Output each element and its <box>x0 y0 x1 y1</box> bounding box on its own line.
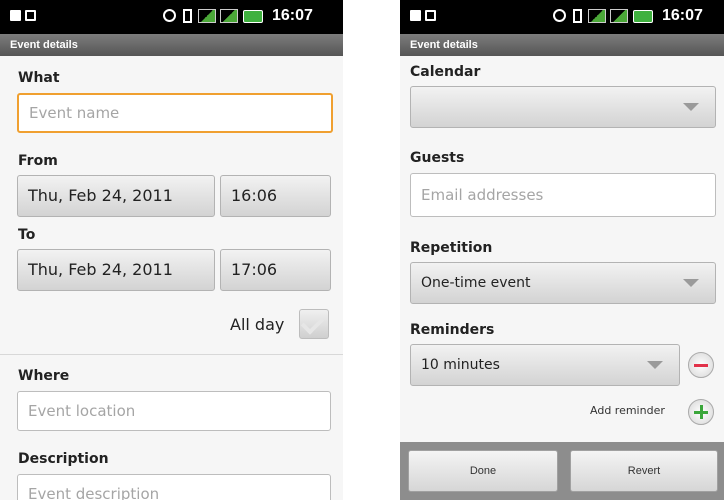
notification-icon <box>410 10 421 21</box>
action-bar: Done Revert <box>400 442 724 500</box>
check-icon <box>300 311 325 335</box>
guests-input[interactable]: Email addresses <box>410 173 716 217</box>
battery-icon <box>243 10 263 23</box>
add-reminder-button[interactable] <box>688 399 714 425</box>
vibrate-icon <box>183 9 192 23</box>
description-input[interactable]: Event description <box>17 474 331 500</box>
notification-icon <box>10 10 21 21</box>
cell-signal-icon <box>220 9 238 23</box>
status-time: 16:07 <box>662 7 703 24</box>
guests-label: Guests <box>410 150 465 166</box>
calendar-label: Calendar <box>410 64 481 80</box>
usb-icon <box>425 10 436 21</box>
location-input[interactable]: Event location <box>17 391 331 431</box>
to-time-button[interactable]: 17:06 <box>220 249 331 291</box>
alarm-icon <box>553 9 566 22</box>
revert-button[interactable]: Revert <box>570 450 718 492</box>
plus-vertical-bar <box>700 405 703 419</box>
event-name-input[interactable]: Event name <box>17 93 333 133</box>
add-reminder-label: Add reminder <box>590 404 665 417</box>
to-date-button[interactable]: Thu, Feb 24, 2011 <box>17 249 215 291</box>
from-label: From <box>18 153 58 169</box>
allday-checkbox[interactable] <box>299 309 329 339</box>
repetition-spinner[interactable]: One-time event <box>410 262 716 304</box>
description-label: Description <box>18 451 109 467</box>
chevron-down-icon <box>683 103 699 111</box>
section-divider <box>0 354 343 355</box>
battery-icon <box>633 10 653 23</box>
usb-icon <box>25 10 36 21</box>
from-time-button[interactable]: 16:06 <box>220 175 331 217</box>
minus-circle-icon <box>694 364 708 367</box>
where-label: Where <box>18 368 70 384</box>
title-bar: Event details <box>0 34 343 56</box>
wifi-signal-icon <box>198 9 216 23</box>
done-button[interactable]: Done <box>408 450 558 492</box>
event-details-screen-right: 16:07 Event details Calendar Guests Emai… <box>400 0 724 500</box>
chevron-down-icon <box>647 361 663 369</box>
cell-signal-icon <box>610 9 628 23</box>
reminder-spinner[interactable]: 10 minutes <box>410 344 680 386</box>
event-details-screen-left: 16:07 Event details What Event name From… <box>0 0 343 500</box>
alarm-icon <box>163 9 176 22</box>
remove-reminder-button[interactable] <box>688 352 714 378</box>
title-bar: Event details <box>400 34 724 56</box>
from-date-button[interactable]: Thu, Feb 24, 2011 <box>17 175 215 217</box>
vibrate-icon <box>573 9 582 23</box>
wifi-signal-icon <box>588 9 606 23</box>
what-label: What <box>18 70 60 86</box>
calendar-spinner[interactable] <box>410 86 716 128</box>
status-bar: 16:07 <box>400 0 724 34</box>
to-label: To <box>18 227 36 243</box>
status-bar: 16:07 <box>0 0 343 34</box>
chevron-down-icon <box>683 279 699 287</box>
repetition-label: Repetition <box>410 240 493 256</box>
status-time: 16:07 <box>272 7 313 24</box>
allday-label: All day <box>230 315 285 334</box>
reminders-label: Reminders <box>410 322 495 338</box>
